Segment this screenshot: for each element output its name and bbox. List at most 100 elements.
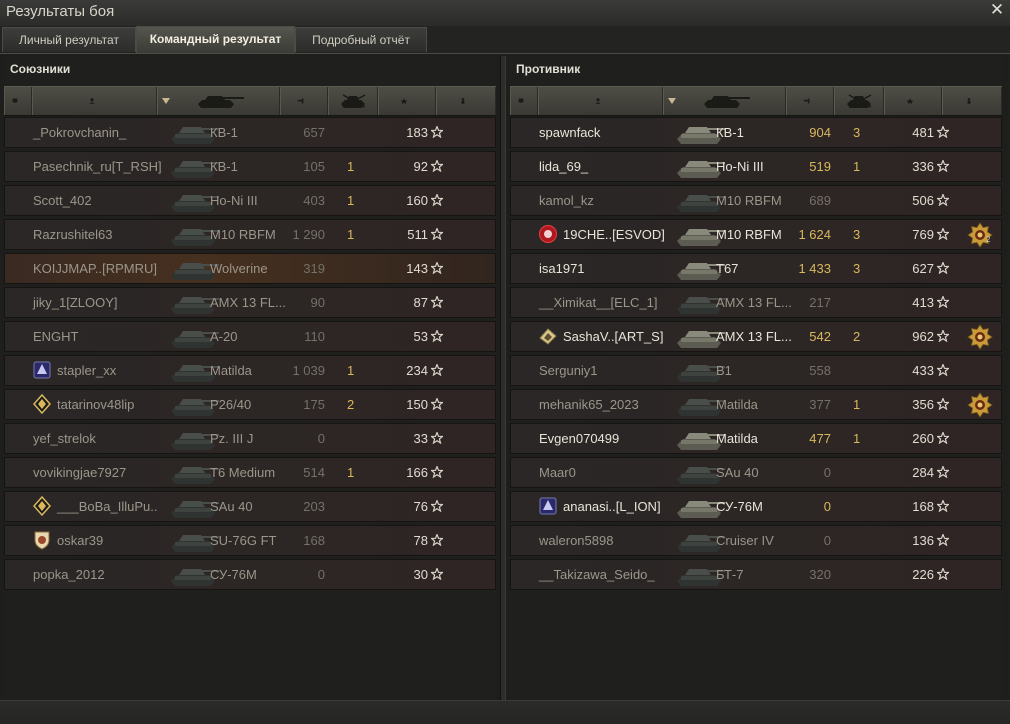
damage-value: 0 bbox=[823, 533, 831, 548]
player-row[interactable]: waleron5898 Cruiser IV 0 136 bbox=[510, 525, 1002, 556]
player-row[interactable]: lida_69_ Ho-Ni III 519 1 336 bbox=[510, 151, 1002, 182]
xp-value: 160 bbox=[406, 193, 428, 208]
xp-star-icon bbox=[937, 500, 949, 512]
player-row[interactable]: Razrushitel63 M10 RBFM 1 290 1 511 bbox=[4, 219, 496, 250]
player-name: Serguniy1 bbox=[539, 363, 598, 378]
header-tank-column[interactable] bbox=[663, 87, 786, 115]
damage-value: 1 433 bbox=[798, 261, 831, 276]
medal-icon[interactable] bbox=[967, 392, 993, 418]
vehicle-name: КВ-1 bbox=[210, 125, 238, 140]
kills-value: 1 bbox=[853, 431, 861, 446]
header-kills-icon bbox=[847, 94, 872, 108]
header-medal-column[interactable] bbox=[436, 87, 496, 115]
sort-arrow-icon bbox=[668, 89, 676, 104]
player-name: lida_69_ bbox=[539, 159, 589, 174]
damage-value: 1 290 bbox=[292, 227, 325, 242]
xp-value: 53 bbox=[413, 329, 428, 344]
player-row[interactable]: ananasi..[L_ION] СУ-76М 0 168 bbox=[510, 491, 1002, 522]
player-row[interactable]: Pasechnik_ru[T_RSH] КВ-1 105 1 92 bbox=[4, 151, 496, 182]
player-row[interactable]: stapler_xx Matilda 1 039 1 234 bbox=[4, 355, 496, 386]
diamond-emblem-icon bbox=[32, 394, 52, 414]
vehicle-name: Wolverine bbox=[210, 261, 268, 276]
player-row[interactable]: Serguniy1 B1 558 433 bbox=[510, 355, 1002, 386]
player-row[interactable]: popka_2012 СУ-76М 0 30 bbox=[4, 559, 496, 590]
player-row[interactable]: ENGHT A-20 110 53 bbox=[4, 321, 496, 352]
xp-value: 481 bbox=[912, 125, 934, 140]
damage-value: 319 bbox=[303, 261, 325, 276]
xp-value: 627 bbox=[912, 261, 934, 276]
player-row[interactable]: Evgen070499 Matilda 477 1 260 bbox=[510, 423, 1002, 454]
damage-value: 175 bbox=[303, 397, 325, 412]
damage-value: 0 bbox=[317, 431, 325, 446]
player-row[interactable]: SashaV..[ART_S] AMX 13 FL... 542 2 962 bbox=[510, 321, 1002, 352]
header-star-column[interactable] bbox=[884, 87, 942, 115]
xp-star-icon bbox=[431, 398, 443, 410]
header-medal-column[interactable] bbox=[942, 87, 1002, 115]
clan-emblem-icon bbox=[33, 361, 51, 379]
header-damage-column[interactable] bbox=[280, 87, 328, 115]
xp-star-icon bbox=[431, 330, 443, 342]
xp-star-icon bbox=[431, 296, 443, 308]
player-row[interactable]: isa1971 T67 1 433 3 627 bbox=[510, 253, 1002, 284]
player-row[interactable]: kamol_kz M10 RBFM 689 506 bbox=[510, 185, 1002, 216]
player-row[interactable]: spawnfack КВ-1 904 3 481 bbox=[510, 117, 1002, 148]
vehicle-name: M10 RBFM bbox=[210, 227, 276, 242]
allies-panel: Союзники _Pokrovchanin_ КВ-1 657 183 Pasechn… bbox=[4, 56, 496, 701]
player-row[interactable]: ___BoBa_IlluPu.. SAu 40 203 76 bbox=[4, 491, 496, 522]
xp-star-icon bbox=[937, 330, 949, 342]
tab-personal-result[interactable]: Личный результат bbox=[2, 27, 136, 52]
player-row[interactable]: 19CHE..[ESVOD] M10 RBFM 1 624 3 769 2 bbox=[510, 219, 1002, 250]
xp-value: 30 bbox=[413, 567, 428, 582]
window-title: Результаты боя bbox=[6, 3, 115, 20]
tab-detailed-report[interactable]: Подробный отчёт bbox=[295, 27, 427, 52]
header-tank-icon bbox=[197, 96, 244, 108]
player-name: KOIJJMAP..[RPMRU] bbox=[33, 261, 158, 276]
close-icon[interactable]: ✕ bbox=[988, 1, 1006, 19]
vehicle-name: Matilda bbox=[210, 363, 252, 378]
kills-value: 2 bbox=[347, 397, 355, 412]
xp-value: 143 bbox=[406, 261, 428, 276]
kills-value: 3 bbox=[853, 261, 861, 276]
player-row[interactable]: Maar0 SAu 40 0 284 bbox=[510, 457, 1002, 488]
medal-icon[interactable] bbox=[967, 324, 993, 350]
player-row[interactable]: __Ximikat__[ELC_1] AMX 13 FL... 217 413 bbox=[510, 287, 1002, 318]
kills-value: 3 bbox=[853, 125, 861, 140]
header-kills-column[interactable] bbox=[834, 87, 884, 115]
header-tank-icon bbox=[703, 96, 750, 108]
player-name: spawnfack bbox=[539, 125, 601, 140]
header-tank-column[interactable] bbox=[157, 87, 280, 115]
player-row[interactable]: Scott_402 Ho-Ni III 403 1 160 bbox=[4, 185, 496, 216]
player-row[interactable]: yef_strelok Pz. III J 0 33 bbox=[4, 423, 496, 454]
header-kills-column[interactable] bbox=[328, 87, 378, 115]
header-damage-icon bbox=[297, 98, 304, 104]
kills-value: 1 bbox=[853, 397, 861, 412]
header-star-column[interactable] bbox=[378, 87, 436, 115]
player-row[interactable]: _Pokrovchanin_ КВ-1 657 183 bbox=[4, 117, 496, 148]
vehicle-name: Matilda bbox=[716, 431, 758, 446]
header-player-column[interactable] bbox=[538, 87, 663, 115]
xp-star-icon bbox=[431, 160, 443, 172]
vehicle-name: Matilda bbox=[716, 397, 758, 412]
tab-team-result[interactable]: Командный результат bbox=[136, 26, 295, 53]
xp-value: 166 bbox=[406, 465, 428, 480]
xp-value: 234 bbox=[406, 363, 428, 378]
player-row[interactable]: vovikingjae7927 T6 Medium 514 1 166 bbox=[4, 457, 496, 488]
player-row[interactable]: mehanik65_2023 Matilda 377 1 356 bbox=[510, 389, 1002, 420]
vehicle-name: M10 RBFM bbox=[716, 193, 782, 208]
player-row[interactable]: tatarinov48lip P26/40 175 2 150 bbox=[4, 389, 496, 420]
xp-star-icon bbox=[431, 568, 443, 580]
player-row[interactable]: KOIJJMAP..[RPMRU] Wolverine 319 143 bbox=[4, 253, 496, 284]
header-squad-column[interactable] bbox=[4, 87, 32, 115]
player-name: Maar0 bbox=[539, 465, 576, 480]
vehicle-name: AMX 13 FL... bbox=[210, 295, 286, 310]
vehicle-name: Ho-Ni III bbox=[210, 193, 258, 208]
player-row[interactable]: jiky_1[ZLOOY] AMX 13 FL... 90 87 bbox=[4, 287, 496, 318]
damage-value: 0 bbox=[823, 465, 831, 480]
header-player-column[interactable] bbox=[32, 87, 157, 115]
kills-value: 3 bbox=[853, 227, 861, 242]
player-row[interactable]: __Takizawa_Seido_ БТ-7 320 226 bbox=[510, 559, 1002, 590]
player-row[interactable]: oskar39 SU-76G FT 168 78 bbox=[4, 525, 496, 556]
header-damage-column[interactable] bbox=[786, 87, 834, 115]
header-squad-column[interactable] bbox=[510, 87, 538, 115]
vehicle-name: M10 RBFM bbox=[716, 227, 782, 242]
